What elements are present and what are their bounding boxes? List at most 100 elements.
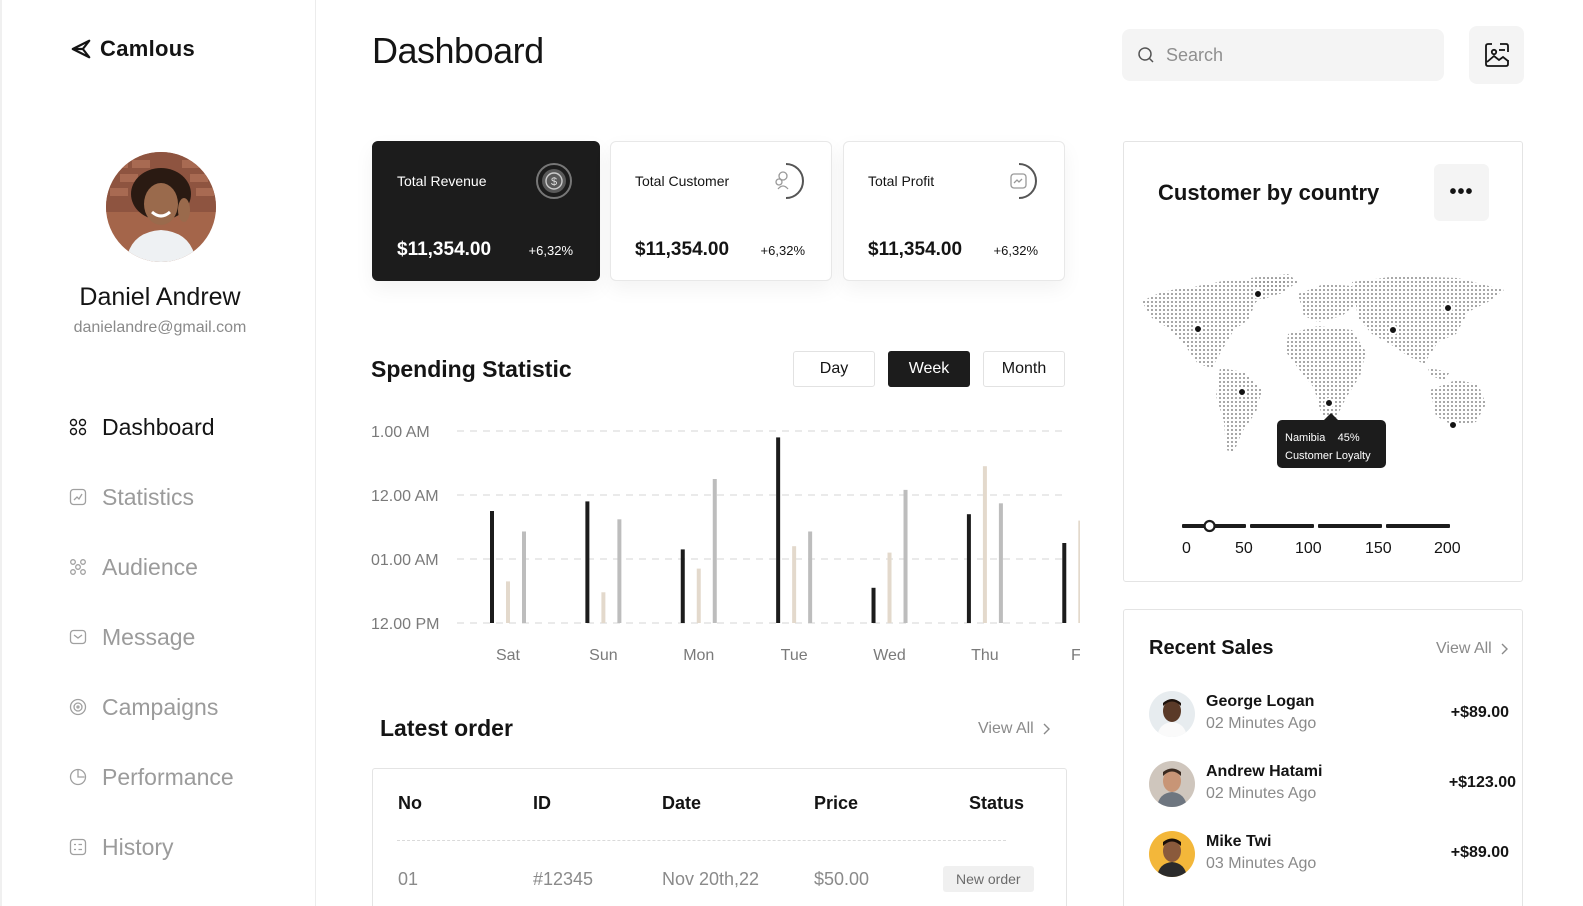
chart-bar (792, 546, 797, 623)
chevron-right-icon (1043, 723, 1050, 735)
chart-bar (966, 514, 971, 623)
stat-card-profit[interactable]: Total Profit $11,354.00 +6,32% (843, 141, 1065, 281)
sidebar-item-message[interactable]: Message (68, 602, 298, 672)
range-month-button[interactable]: Month (983, 351, 1065, 387)
chart-bar (1078, 520, 1083, 623)
chart-bar (585, 501, 590, 623)
chart-bar (982, 466, 987, 623)
card-value: $11,354.00 (868, 239, 963, 260)
y-tick-label: 12.00 AM (371, 488, 439, 505)
slider-thumb[interactable] (1203, 519, 1216, 533)
chart-bar (871, 587, 876, 623)
svg-text:$: $ (551, 176, 557, 188)
more-dots-icon: ••• (1449, 181, 1474, 203)
x-tick-label: Mon (683, 647, 714, 664)
range-slider[interactable] (1182, 516, 1452, 536)
more-options-button[interactable]: ••• (1434, 164, 1489, 221)
view-all-label: View All (978, 720, 1034, 737)
map-tooltip: Namibia 45% Customer Loyalty (1277, 413, 1386, 468)
scale-label: 150 (1365, 540, 1392, 557)
chart-bar (490, 511, 494, 623)
sale-name: George Logan (1206, 693, 1315, 710)
chart-bar (808, 531, 813, 623)
column-date[interactable]: Date (662, 793, 701, 814)
column-status[interactable]: Status (969, 793, 1024, 814)
chart-bar (998, 503, 1003, 623)
sale-item[interactable]: George Logan 02 Minutes Ago +$89.00 (1149, 691, 1509, 741)
grid-icon (68, 417, 88, 437)
avatar[interactable] (106, 152, 216, 262)
mail-icon (68, 627, 88, 647)
x-tick-label: Thu (971, 647, 999, 664)
sale-item[interactable]: Andrew Hatami 02 Minutes Ago +$123.00 (1149, 761, 1516, 811)
x-tick-label: Fri (1071, 647, 1080, 664)
sidebar-item-dashboard[interactable]: Dashboard (68, 392, 298, 462)
avatar (1149, 691, 1195, 737)
card-value: $11,354.00 (635, 239, 730, 260)
stat-card-revenue[interactable]: Total Revenue $ $11,354.00 +6,32% (372, 141, 600, 281)
range-day-button[interactable]: Day (793, 351, 875, 387)
search-bar[interactable] (1122, 29, 1444, 81)
sidebar-item-history[interactable]: History (68, 812, 298, 882)
chart-bar (601, 592, 606, 623)
sale-item[interactable]: Mike Twi 03 Minutes Ago +$89.00 (1149, 831, 1509, 881)
stat-card-customer[interactable]: Total Customer $11,354.00 +6,32% (610, 141, 832, 281)
sale-amount: +$123.00 (1448, 774, 1516, 791)
latest-order-view-all[interactable]: View All (978, 720, 1050, 738)
scale-label: 50 (1235, 540, 1253, 557)
target-icon (68, 697, 88, 717)
column-no[interactable]: No (398, 793, 422, 814)
sidebar-item-statistics[interactable]: Statistics (68, 462, 298, 532)
sidebar-item-label: Statistics (102, 483, 195, 510)
spending-chart: 12.00 PM 01.00 AM 12.00 AM 1.00 AM Sat Sun Mon… (360, 415, 1099, 675)
recent-sales-card: Recent Sales View All George Logan 02 Mi… (1123, 609, 1523, 906)
sale-time: 02 Minutes Ago (1206, 715, 1317, 732)
card-value: $11,354.00 (397, 239, 492, 260)
logo-icon (71, 39, 91, 59)
sidebar-item-campaigns[interactable]: Campaigns (68, 672, 298, 742)
spending-title: Spending Statistic (371, 356, 572, 382)
users-icon (775, 163, 804, 199)
sidebar-item-label: Performance (102, 763, 234, 790)
slider-track (1182, 519, 1450, 533)
chevron-right-icon (1501, 643, 1508, 655)
people-icon (68, 557, 88, 577)
column-price[interactable]: Price (814, 793, 858, 814)
cell-no: 01 (398, 869, 419, 889)
gallery-button[interactable] (1469, 26, 1524, 84)
sale-amount: +$89.00 (1450, 704, 1509, 721)
column-id[interactable]: ID (533, 793, 551, 814)
x-tick-label: Wed (873, 647, 906, 664)
sidebar-item-label: Audience (102, 553, 198, 580)
card-label: Total Profit (868, 173, 935, 189)
chart-bar (506, 581, 510, 623)
profile-name: Daniel Andrew (79, 283, 241, 311)
sidebar-item-audience[interactable]: Audience (68, 532, 298, 602)
tooltip-percent: 45% (1337, 432, 1360, 444)
chart-icon (68, 487, 88, 507)
card-change: +6,32% (993, 243, 1038, 258)
search-input[interactable] (1166, 44, 1416, 66)
bar-chart-svg: 12.00 PM 01.00 AM 12.00 AM 1.00 AM Sat Sun Mon… (371, 424, 1099, 664)
chart-bar (617, 519, 622, 623)
sidebar: Camlous Daniel Andrew danielandre@gmail.… (0, 0, 316, 906)
range-week-button[interactable]: Week (888, 351, 970, 387)
sidebar-nav: Dashboard Statistics Audience Message Ca… (68, 392, 298, 882)
recent-sales-view-all[interactable]: View All (1436, 640, 1508, 658)
sidebar-item-performance[interactable]: Performance (68, 742, 298, 812)
country-title: Customer by country (1158, 180, 1380, 205)
order-table: No ID Date Price Status 01 #12345 Nov 20… (372, 768, 1067, 906)
latest-order-title: Latest order (380, 715, 513, 741)
card-change: +6,32% (528, 243, 573, 258)
card-label: Total Revenue (397, 173, 487, 189)
sidebar-item-label: Dashboard (102, 413, 215, 440)
brand-logo[interactable]: Camlous (70, 36, 195, 62)
scale-label: 0 (1182, 540, 1191, 557)
avatar (1149, 831, 1195, 877)
slider-scale: 0 50 100 150 200 (1176, 540, 1476, 560)
sale-time: 03 Minutes Ago (1206, 855, 1317, 872)
status-badge: New order (943, 866, 1034, 892)
chart-bar (522, 531, 526, 623)
view-all-label: View All (1436, 640, 1492, 657)
pie-icon (68, 767, 88, 787)
